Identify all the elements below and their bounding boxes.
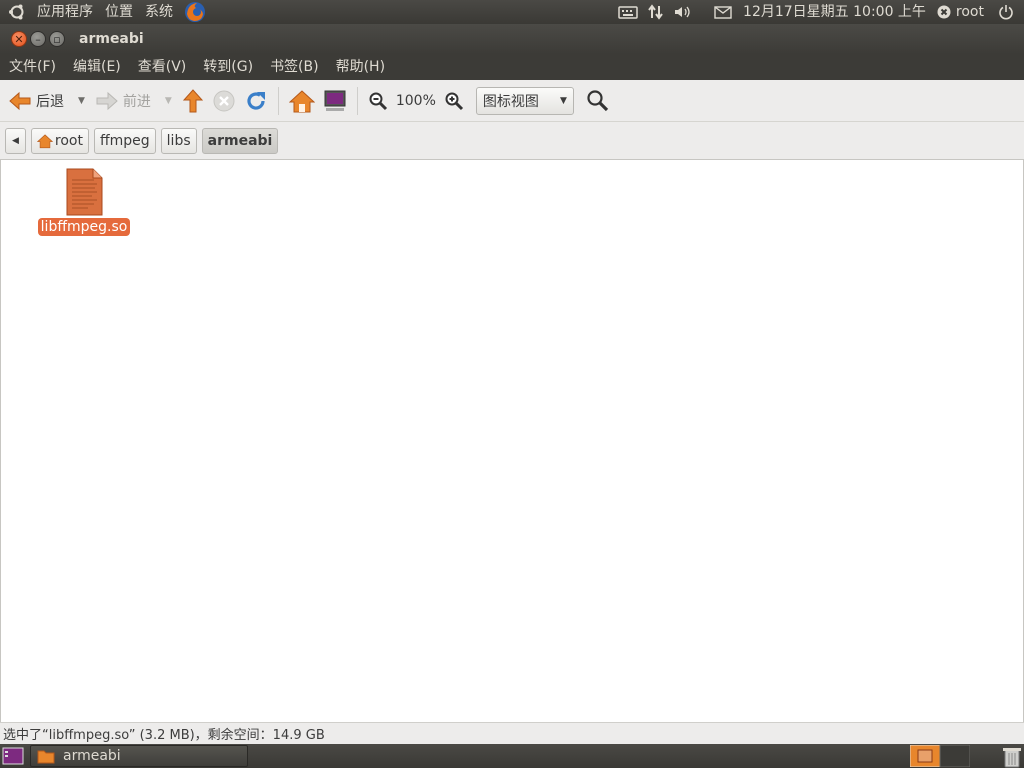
menu-help[interactable]: 帮助(H) — [327, 54, 393, 80]
bottom-panel: armeabi — [0, 744, 1024, 768]
taskbar-window-label: armeabi — [63, 748, 121, 764]
path-segment-armeabi[interactable]: armeabi — [201, 127, 279, 154]
trash-icon[interactable] — [1002, 745, 1022, 768]
path-segment-ffmpeg[interactable]: ffmpeg — [94, 127, 156, 154]
view-mode-value: 图标视图 — [482, 93, 539, 110]
back-label: 后退 — [36, 93, 64, 110]
back-arrow-icon — [9, 91, 31, 110]
show-desktop-icon[interactable] — [0, 744, 26, 768]
stop-icon — [213, 90, 235, 111]
computer-button[interactable] — [319, 85, 351, 117]
path-segment-label: root — [54, 132, 83, 149]
toolbar-separator — [277, 86, 279, 115]
user-name[interactable]: root — [953, 0, 990, 24]
pathbar-scroll-left-button[interactable]: ◀ — [5, 127, 26, 154]
folder-icon — [37, 750, 55, 764]
back-history-dropdown-icon[interactable]: ▼ — [78, 96, 85, 106]
reload-icon — [247, 91, 265, 110]
close-window-button[interactable]: ✕ — [11, 31, 27, 47]
file-view[interactable]: libffmpeg.so — [0, 159, 1024, 722]
user-status-icon[interactable] — [932, 0, 953, 24]
forward-button[interactable]: 前进 — [91, 85, 155, 117]
zoom-out-icon — [369, 92, 387, 110]
text-file-icon — [66, 168, 103, 216]
menu-system[interactable]: 系统 — [139, 0, 179, 24]
forward-label: 前进 — [122, 93, 151, 110]
ubuntu-logo-icon[interactable] — [0, 0, 31, 24]
workspace-switcher[interactable] — [910, 744, 970, 768]
reload-button[interactable] — [240, 85, 272, 117]
up-button[interactable] — [178, 85, 208, 117]
search-icon — [587, 89, 609, 111]
clock[interactable]: 12月17日星期五 10:00 上午 — [737, 0, 932, 24]
forward-history-dropdown-icon[interactable]: ▼ — [165, 96, 172, 106]
power-icon[interactable] — [990, 0, 1024, 24]
chevron-down-icon: ▼ — [559, 95, 567, 106]
status-bar: 选中了“libffmpeg.so” (3.2 MB)，剩余空间：14.9 GB — [0, 722, 1024, 744]
taskbar-window-button[interactable]: armeabi — [30, 745, 248, 767]
volume-icon[interactable] — [669, 0, 697, 24]
menubar: 文件(F) 编辑(E) 查看(V) 转到(G) 书签(B) 帮助(H) — [0, 54, 1024, 80]
location-pathbar: ◀ root ffmpeg libs armeabi — [0, 122, 1024, 159]
search-button[interactable] — [582, 85, 614, 117]
path-segment-root[interactable]: root — [30, 127, 89, 154]
menu-edit[interactable]: 编辑(E) — [64, 54, 129, 80]
menu-places[interactable]: 位置 — [99, 0, 139, 24]
file-name-label: libffmpeg.so — [37, 218, 131, 236]
mail-icon[interactable] — [709, 0, 737, 24]
computer-icon — [324, 90, 346, 111]
zoom-level: 100% — [395, 92, 436, 109]
window-titlebar[interactable]: ✕ – ▫ armeabi — [0, 24, 1024, 54]
firefox-launcher-icon[interactable] — [179, 0, 211, 24]
menu-file[interactable]: 文件(F) — [0, 54, 64, 80]
menu-go[interactable]: 转到(G) — [194, 54, 261, 80]
home-icon — [36, 133, 53, 148]
zoom-in-icon — [445, 92, 463, 110]
up-arrow-icon — [182, 88, 203, 112]
zoom-in-button[interactable] — [440, 85, 468, 117]
forward-arrow-icon — [96, 91, 118, 110]
maximize-window-button[interactable]: ▫ — [49, 31, 65, 47]
stop-button[interactable] — [208, 85, 240, 117]
window-title: armeabi — [79, 31, 144, 47]
top-panel: 应用程序 位置 系统 12月17日星期五 10:00 上午 root — [0, 0, 1024, 24]
minimize-window-button[interactable]: – — [30, 31, 46, 47]
keyboard-icon[interactable] — [613, 0, 643, 24]
back-button[interactable]: 后退 — [4, 85, 68, 117]
menu-applications[interactable]: 应用程序 — [31, 0, 99, 24]
menu-bookmarks[interactable]: 书签(B) — [261, 54, 327, 80]
view-mode-select[interactable]: 图标视图 ▼ — [475, 86, 574, 115]
menu-view[interactable]: 查看(V) — [129, 54, 195, 80]
toolbar-separator — [356, 86, 358, 115]
file-item[interactable]: libffmpeg.so — [36, 168, 132, 236]
path-segment-libs[interactable]: libs — [160, 127, 197, 154]
status-text: 选中了“libffmpeg.so” (3.2 MB)，剩余空间：14.9 GB — [3, 728, 325, 743]
home-icon — [288, 89, 315, 112]
toolbar: 后退 ▼ 前进 ▼ 100% 图标视图 ▼ — [0, 80, 1024, 122]
network-icon[interactable] — [643, 0, 669, 24]
zoom-out-button[interactable] — [364, 85, 392, 117]
home-button[interactable] — [285, 85, 319, 117]
